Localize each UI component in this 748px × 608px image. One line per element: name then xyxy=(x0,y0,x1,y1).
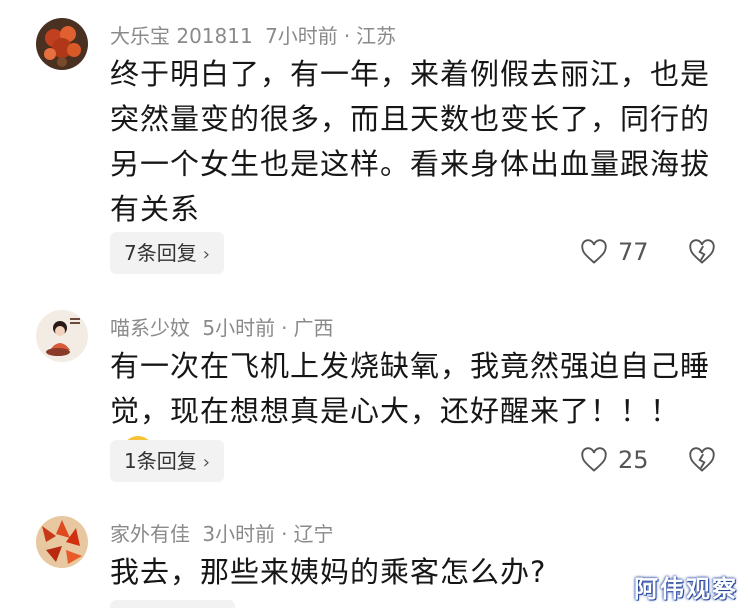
view-replies-button[interactable] xyxy=(110,600,235,608)
watermark: 阿伟观察 xyxy=(634,575,738,603)
like-button[interactable]: 77 xyxy=(580,238,649,266)
chevron-right-icon: › xyxy=(202,452,210,473)
username[interactable]: 大乐宝 201811 xyxy=(110,24,253,48)
avatar[interactable] xyxy=(36,18,88,70)
heart-icon xyxy=(581,447,607,472)
location: 广西 xyxy=(293,316,334,340)
username[interactable]: 家外有佳 xyxy=(110,522,190,546)
avatar[interactable] xyxy=(36,516,88,568)
comment-meta: 大乐宝 201811 7小时前 · 江苏 xyxy=(110,24,397,48)
heart-icon xyxy=(581,239,607,264)
comment-text: 终于明白了，有一年，来着例假去丽江，也是 突然量变的很多，而且天数也变长了，同行… xyxy=(110,57,711,226)
dislike-button[interactable] xyxy=(688,446,716,478)
like-count: 77 xyxy=(618,238,649,266)
chevron-right-icon: › xyxy=(202,244,210,265)
view-replies-button[interactable]: 7条回复 › xyxy=(110,232,224,274)
comment-meta: 喵系少妏 5小时前 · 广西 xyxy=(110,316,334,340)
location: 江苏 xyxy=(356,24,397,48)
timestamp: 5小时前 xyxy=(202,316,276,340)
location: 辽宁 xyxy=(293,522,334,546)
timestamp: 7小时前 xyxy=(265,24,338,48)
username[interactable]: 喵系少妏 xyxy=(110,316,190,340)
view-replies-button[interactable]: 1条回复 › xyxy=(110,440,224,482)
dislike-button[interactable] xyxy=(688,238,716,270)
avatar[interactable] xyxy=(36,310,88,362)
comment-meta: 家外有佳 3小时前 · 辽宁 xyxy=(110,522,334,546)
comment-text: 我去，那些来姨妈的乘客怎么办? xyxy=(110,555,547,589)
like-count: 25 xyxy=(618,446,649,474)
broken-heart-icon xyxy=(689,239,715,264)
broken-heart-icon xyxy=(689,447,715,472)
timestamp: 3小时前 xyxy=(202,522,276,546)
like-button[interactable]: 25 xyxy=(580,446,649,474)
